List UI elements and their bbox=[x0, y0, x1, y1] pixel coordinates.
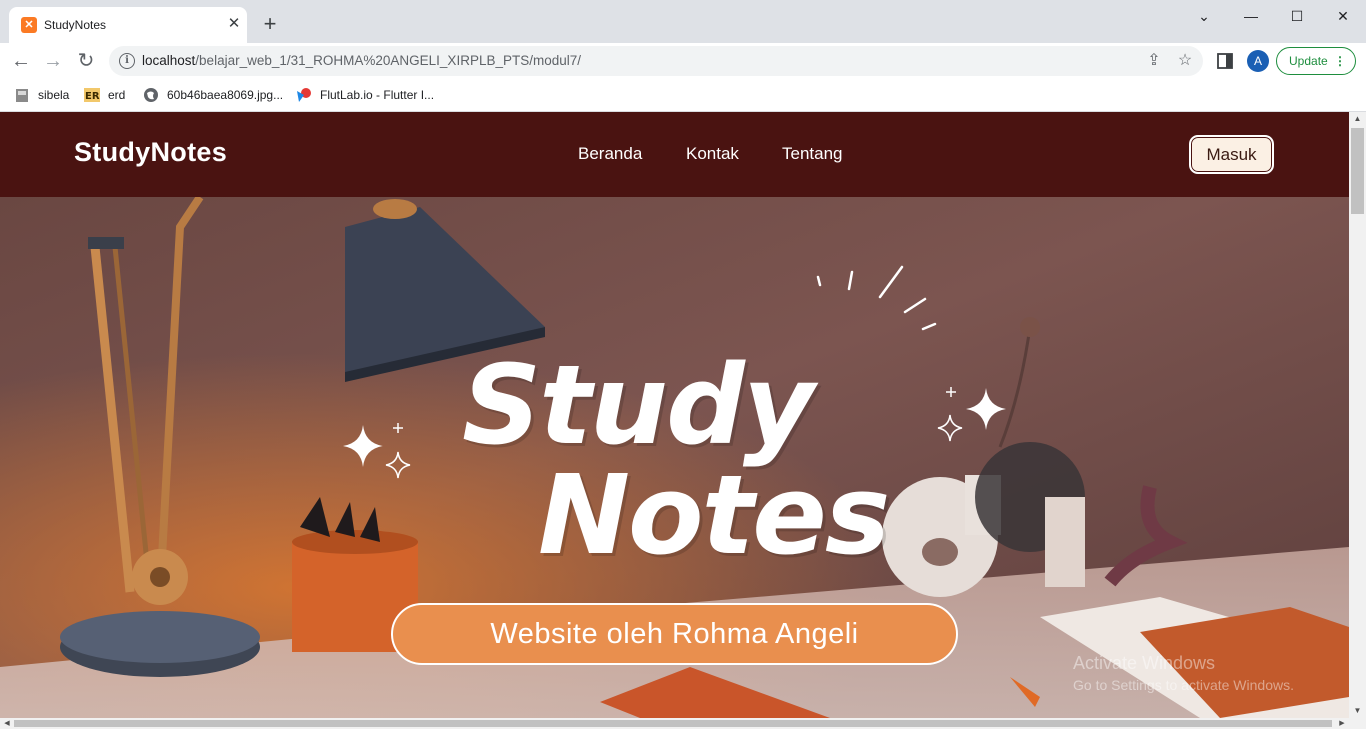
hero-title-line2: Notes bbox=[538, 451, 890, 579]
site-navbar: StudyNotes Beranda Kontak Tentang Masuk bbox=[0, 112, 1349, 197]
vertical-scrollbar[interactable]: ▲ ▼ bbox=[1349, 112, 1366, 718]
new-tab-icon[interactable]: + bbox=[258, 13, 282, 37]
er-icon: ER bbox=[84, 87, 100, 102]
profile-avatar[interactable]: A bbox=[1247, 50, 1269, 72]
tab-title: StudyNotes bbox=[44, 18, 107, 32]
scroll-left-icon[interactable]: ◀ bbox=[0, 718, 14, 729]
windows-watermark-title: Activate Windows bbox=[1073, 653, 1216, 673]
horizontal-scrollbar[interactable]: ◀ ▶ bbox=[0, 718, 1366, 729]
back-icon[interactable]: ← bbox=[9, 49, 33, 73]
hero-subtitle-badge: Website oleh Rohma Angeli bbox=[391, 603, 958, 665]
scroll-down-icon[interactable]: ▼ bbox=[1349, 704, 1366, 718]
window-close-icon[interactable]: ✕ bbox=[1331, 6, 1355, 26]
app-icon bbox=[16, 88, 28, 102]
vertical-scroll-thumb[interactable] bbox=[1351, 128, 1364, 214]
close-tab-icon[interactable]: ✕ bbox=[225, 15, 243, 33]
menu-dots-icon[interactable]: ⋮ bbox=[1334, 48, 1346, 74]
page-viewport: StudyNotes Beranda Kontak Tentang Masuk bbox=[0, 112, 1349, 718]
svg-text:ER: ER bbox=[85, 91, 100, 102]
nav-kontak[interactable]: Kontak bbox=[686, 144, 739, 164]
bookmark-sibela[interactable]: sibela bbox=[14, 85, 69, 105]
hero-title-line1: Study bbox=[462, 341, 815, 469]
forward-icon[interactable]: → bbox=[41, 49, 65, 73]
tab-search-icon[interactable]: ⌄ bbox=[1192, 6, 1216, 26]
bookmark-flutlab[interactable]: FlutLab.io - Flutter I... bbox=[296, 85, 434, 105]
address-bar[interactable]: i localhost/belajar_web_1/31_ROHMA%20ANG… bbox=[109, 46, 1203, 76]
bookmark-erd[interactable]: ER erd bbox=[84, 85, 125, 105]
reload-icon[interactable]: ↻ bbox=[74, 49, 98, 73]
scroll-up-icon[interactable]: ▲ bbox=[1349, 112, 1366, 126]
site-brand[interactable]: StudyNotes bbox=[74, 137, 227, 168]
browser-toolbar: ← → ↻ i localhost/belajar_web_1/31_ROHMA… bbox=[0, 43, 1366, 79]
maximize-icon[interactable]: ☐ bbox=[1285, 6, 1309, 26]
bookmarks-bar: sibela ER erd 60b46baea8069.jpg... FlutLa… bbox=[0, 79, 1366, 112]
bookmark-image[interactable]: 60b46baea8069.jpg... bbox=[143, 85, 283, 105]
nav-beranda[interactable]: Beranda bbox=[578, 144, 642, 164]
side-panel-icon[interactable] bbox=[1216, 52, 1234, 70]
flutlab-icon bbox=[297, 87, 311, 102]
site-info-icon[interactable]: i bbox=[119, 53, 135, 69]
scroll-right-icon[interactable]: ▶ bbox=[1335, 718, 1349, 729]
tab-strip: ✕ StudyNotes ✕ + ⌄ — ☐ ✕ bbox=[0, 0, 1366, 43]
globe-icon bbox=[144, 87, 158, 102]
login-button[interactable]: Masuk bbox=[1189, 135, 1274, 174]
windows-watermark-subtitle: Go to Settings to activate Windows. bbox=[1073, 677, 1294, 693]
nav-tentang[interactable]: Tentang bbox=[782, 144, 843, 164]
browser-tab[interactable]: ✕ StudyNotes ✕ bbox=[9, 7, 247, 43]
hero-section: Study Notes Website oleh Rohma Angeli Ac… bbox=[0, 197, 1349, 718]
horizontal-scroll-thumb[interactable] bbox=[14, 720, 1332, 727]
url-text[interactable]: localhost/belajar_web_1/31_ROHMA%20ANGEL… bbox=[142, 53, 581, 68]
minimize-icon[interactable]: — bbox=[1239, 6, 1263, 26]
share-icon[interactable]: ⇪ bbox=[1144, 51, 1164, 71]
bookmark-star-icon[interactable]: ☆ bbox=[1175, 51, 1195, 71]
xampp-icon: ✕ bbox=[21, 17, 37, 33]
update-button[interactable]: Update ⋮ bbox=[1276, 47, 1356, 75]
